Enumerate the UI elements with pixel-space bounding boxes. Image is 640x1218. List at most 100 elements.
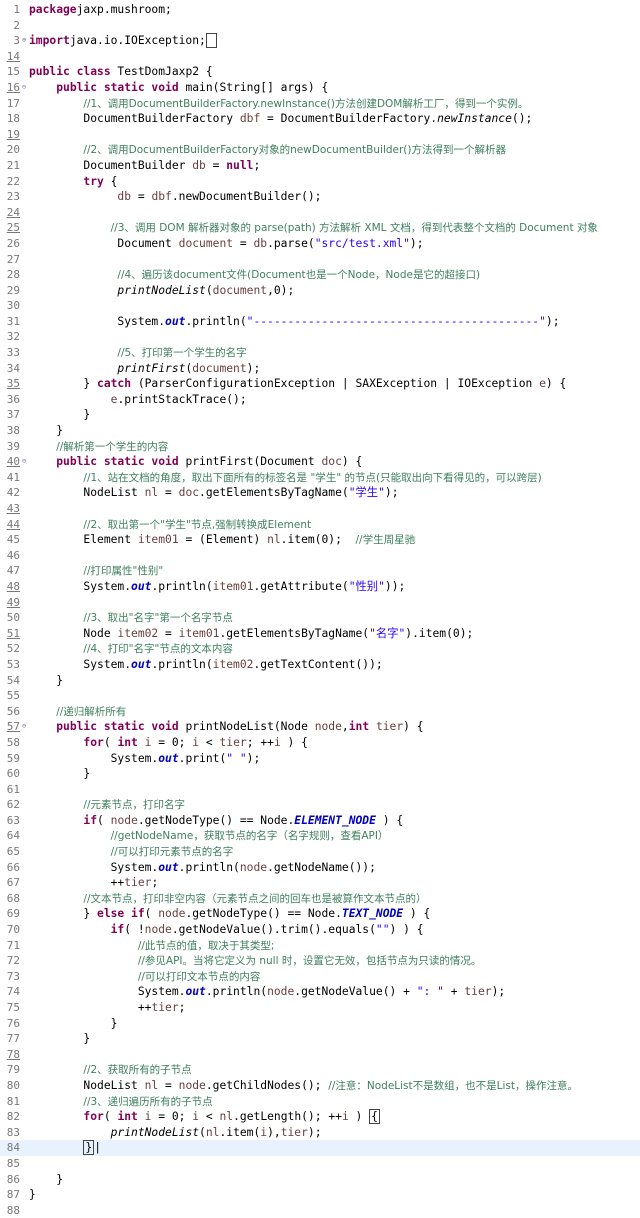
code-text: } |	[29, 1140, 640, 1156]
code-line[interactable]: 37 }	[0, 407, 640, 423]
code-line[interactable]: 65 //可以打印元素节点的名字	[0, 844, 640, 860]
code-line[interactable]: 27	[0, 252, 640, 268]
code-line[interactable]: 72 //参见API。当将它定义为 null 时，设置它无效，包括节点为只读的情…	[0, 953, 640, 969]
code-token: //4、遍历该document文件(Document也是一个Node，Node是…	[117, 269, 481, 282]
code-line[interactable]: 44 //2、取出第一个"学生"节点,强制转换成Element	[0, 517, 640, 533]
code-line[interactable]: 35 } catch (ParserConfigurationException…	[0, 376, 640, 392]
code-token: <	[199, 1110, 220, 1124]
code-line[interactable]: 76 }	[0, 1016, 640, 1032]
code-line[interactable]: 49	[0, 595, 640, 611]
code-line[interactable]: 31 System.out.println("-----------------…	[0, 314, 640, 330]
code-line[interactable]: 29 printNodeList(document,0);	[0, 283, 640, 299]
code-line[interactable]: 78	[0, 1047, 640, 1063]
code-line[interactable]: 24	[0, 205, 640, 221]
code-line[interactable]: 63 if( node.getNodeType() == Node.ELEMEN…	[0, 813, 640, 829]
code-editor[interactable]: 1 packagejaxp.mushroom; 2 3 ⊕ importjava.io.I…	[0, 0, 640, 1217]
code-line[interactable]: 14	[0, 49, 640, 65]
code-line[interactable]: 84 } |	[0, 1140, 640, 1156]
code-line[interactable]: 54 }	[0, 673, 640, 689]
code-line[interactable]: 23 db = dbf.newDocumentBuilder();	[0, 189, 640, 205]
code-line[interactable]: 30	[0, 298, 640, 314]
code-line[interactable]: 87}	[0, 1187, 640, 1203]
code-line[interactable]: 48 System.out.println(item01.getAttribut…	[0, 579, 640, 595]
code-token	[205, 33, 217, 49]
code-line[interactable]: 3 ⊕ importjava.io.IOException;	[0, 33, 640, 49]
code-line[interactable]: 21 DocumentBuilder db = null;	[0, 158, 640, 174]
code-line[interactable]: 20 //2、调用DocumentBuilderFactory对象的newDoc…	[0, 142, 640, 158]
code-line[interactable]: 79 //2、获取所有的子节点	[0, 1062, 640, 1078]
code-line[interactable]: 43	[0, 501, 640, 517]
code-line[interactable]: 46	[0, 548, 640, 564]
code-line[interactable]: 25 //3、调用 DOM 解析器对象的 parse(path) 方法解析 XM…	[0, 220, 640, 236]
code-line[interactable]: 60 }	[0, 766, 640, 782]
code-line[interactable]: 80 NodeList nl = node.getChildNodes(); /…	[0, 1078, 640, 1094]
code-line[interactable]: 51 Node item02 = item01.getElementsByTag…	[0, 626, 640, 642]
fold-expand-icon[interactable]: ⊕	[20, 33, 28, 49]
code-line[interactable]: 56 //递归解析所有	[0, 704, 640, 720]
code-line[interactable]: 42 NodeList nl = doc.getElementsByTagNam…	[0, 485, 640, 501]
code-line[interactable]: 67 ++tier;	[0, 875, 640, 891]
code-line[interactable]: 19	[0, 127, 640, 143]
code-line[interactable]: 40 ⊖ public static void printFirst(Docume…	[0, 454, 640, 470]
code-line[interactable]: 16 ⊖ public static void main(String[] arg…	[0, 80, 640, 96]
code-line[interactable]: 53 System.out.println(item02.getTextCont…	[0, 657, 640, 673]
code-line[interactable]: 33 //5、打印第一个学生的名字	[0, 345, 640, 361]
code-line[interactable]: 1 packagejaxp.mushroom;	[0, 2, 640, 18]
code-line[interactable]: 18 DocumentBuilderFactory dbf = Document…	[0, 111, 640, 127]
code-line[interactable]: 58 for( int i = 0; i < tier; ++i ) {	[0, 735, 640, 751]
code-line[interactable]: 64 //getNodeName，获取节点的名字（名字规则，查看API）	[0, 828, 640, 844]
fold-collapse-icon[interactable]: ⊖	[20, 80, 28, 96]
code-token: item02	[212, 657, 254, 671]
code-line[interactable]: 61	[0, 782, 640, 798]
line-number: 38	[6, 424, 20, 438]
code-line[interactable]: 83 printNodeList(nl.item(i),tier);	[0, 1125, 640, 1141]
code-line[interactable]: 17 //1、调用DocumentBuilderFactory.newInsta…	[0, 96, 640, 112]
code-line[interactable]: 57 ⊖ public static void printNodeList(Nod…	[0, 719, 640, 735]
code-line[interactable]: 74 System.out.println(node.getNodeValue(…	[0, 984, 640, 1000]
code-line[interactable]: 36 e.printStackTrace();	[0, 392, 640, 408]
code-token: .getNodeType() == Node.	[185, 907, 342, 921]
code-line[interactable]: 26 Document document = db.parse("src/tes…	[0, 236, 640, 252]
line-number: 22	[6, 174, 20, 188]
code-line[interactable]: 45 Element item01 = (Element) nl.item(0)…	[0, 532, 640, 548]
code-line[interactable]: 59 System.out.print(" ");	[0, 751, 640, 767]
code-line[interactable]: 71 //此节点的值，取决于其类型;	[0, 938, 640, 954]
code-text: Element item01 = (Element) nl.item(0); /…	[29, 532, 640, 548]
code-line[interactable]: 2	[0, 18, 640, 34]
code-line[interactable]: 81 //3、递归遍历所有的子节点	[0, 1094, 640, 1110]
code-line[interactable]: 66 System.out.println(node.getNodeName()…	[0, 860, 640, 876]
code-line[interactable]: 28 //4、遍历该document文件(Document也是一个Node，No…	[0, 267, 640, 283]
code-line[interactable]: 32	[0, 329, 640, 345]
code-line[interactable]: 88	[0, 1203, 640, 1218]
code-line[interactable]: 62 //元素节点，打印名字	[0, 797, 640, 813]
code-line[interactable]: 75 ++tier;	[0, 1000, 640, 1016]
code-token: //3、取出"名字"第一个名字节点	[83, 612, 233, 625]
code-line[interactable]: 52 //4、打印"名字"节点的文本内容	[0, 641, 640, 657]
code-text: //2、获取所有的子节点	[29, 1062, 640, 1078]
code-line[interactable]: 15 public class TestDomJaxp2 {	[0, 64, 640, 80]
code-line[interactable]: 85	[0, 1156, 640, 1172]
code-line[interactable]: 77 }	[0, 1031, 640, 1047]
code-line[interactable]: 34 printFirst(document);	[0, 361, 640, 377]
fold-collapse-icon[interactable]: ⊖	[20, 454, 28, 470]
code-line[interactable]: 39 //解析第一个学生的内容	[0, 439, 640, 455]
code-token: .println(	[178, 860, 240, 874]
code-line[interactable]: 41 //1、站在文档的角度，取出下面所有的标签名是 "学生" 的节点(只能取出…	[0, 470, 640, 486]
code-text: }	[29, 1031, 640, 1047]
code-line[interactable]: 69 } else if( node.getNodeType() == Node…	[0, 906, 640, 922]
fold-collapse-icon[interactable]: ⊖	[20, 719, 28, 735]
code-line[interactable]: 70 if( !node.getNodeValue().trim().equal…	[0, 922, 640, 938]
code-line[interactable]: 55	[0, 688, 640, 704]
code-line[interactable]: 38 }	[0, 423, 640, 439]
code-token: //学生周星驰	[355, 534, 416, 547]
code-line[interactable]: 47 //打印属性"性别"	[0, 563, 640, 579]
code-text: ++tier;	[29, 1000, 640, 1016]
line-number: 15	[6, 65, 20, 79]
code-line[interactable]: 82 for( int i = 0; i < nl.getLength(); +…	[0, 1109, 640, 1125]
code-line[interactable]: 73 //可以打印文本节点的内容	[0, 969, 640, 985]
code-line[interactable]: 68 //文本节点，打印非空内容（元素节点之间的回车也是被算作文本节点的）	[0, 891, 640, 907]
line-number: 37	[6, 408, 20, 422]
code-line[interactable]: 86 }	[0, 1172, 640, 1188]
code-line[interactable]: 50 //3、取出"名字"第一个名字节点	[0, 610, 640, 626]
code-line[interactable]: 22 try {	[0, 174, 640, 190]
